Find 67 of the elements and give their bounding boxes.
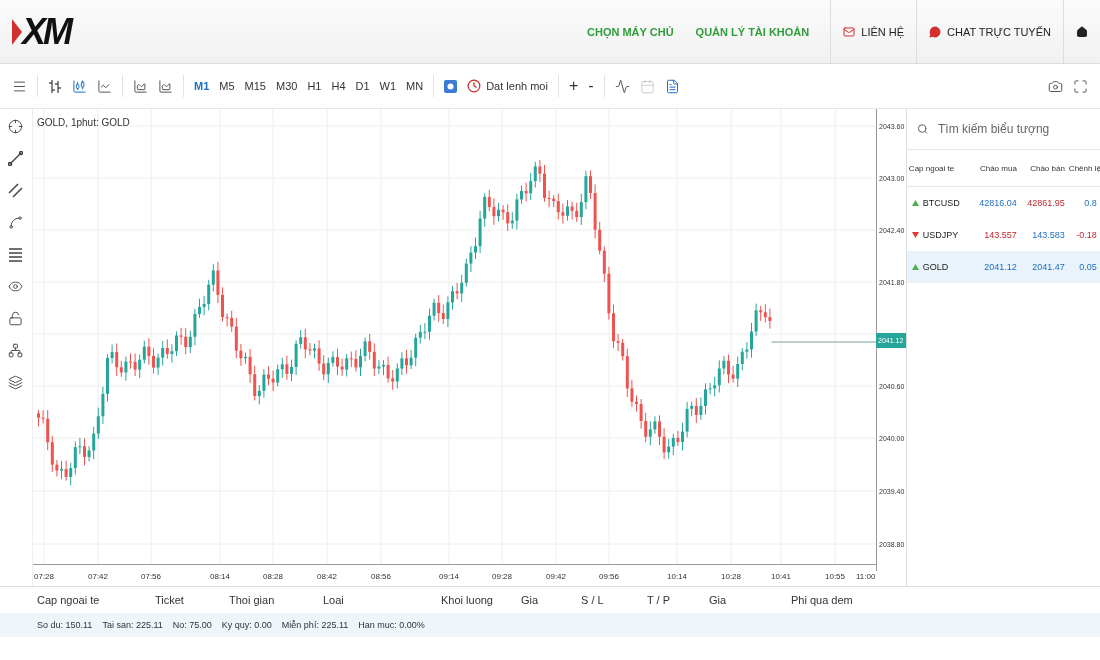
watchlist-row[interactable]: BTCUSD 42816.04 42861.95 0.8 bbox=[906, 187, 1100, 219]
ask-price: 143.583 bbox=[1031, 230, 1066, 240]
zoom-in-button[interactable]: + bbox=[564, 75, 583, 97]
timeframe-tab[interactable]: D1 bbox=[351, 78, 374, 94]
column-header: Cap ngoai te bbox=[907, 163, 956, 173]
account-stat: Miễn phí: 225.11 bbox=[281, 620, 349, 630]
account-stat: Ky quy: 0.00 bbox=[221, 620, 272, 630]
chat-link[interactable]: CHAT TRỰC TUYẾN bbox=[916, 0, 1063, 63]
ask-price: 2041.47 bbox=[1031, 262, 1066, 272]
spread-value: 0.05 bbox=[1078, 262, 1098, 272]
time-tick-label: 07:56 bbox=[140, 572, 161, 581]
column-header: Cap ngoai te bbox=[37, 594, 101, 606]
watchlist-row[interactable]: USDJPY 143.557 143.583 -0.18 bbox=[906, 219, 1100, 251]
timeframe-tab[interactable]: M5 bbox=[215, 78, 239, 94]
timeframe-tab[interactable]: H1 bbox=[303, 78, 326, 94]
contact-link[interactable]: LIÊN HỆ bbox=[830, 0, 917, 63]
symbol-name: USDJPY bbox=[922, 230, 959, 240]
time-tick-label: 07:28 bbox=[33, 572, 54, 581]
bid-price: 2041.12 bbox=[983, 262, 1018, 272]
column-header: Chênh lệ bbox=[1067, 163, 1099, 173]
watchlist-row[interactable]: GOLD 2041.12 2041.47 0.05 bbox=[906, 251, 1100, 283]
symbol-name: GOLD bbox=[922, 262, 949, 272]
column-header: Khoi luong bbox=[441, 594, 494, 606]
column-header: Ticket bbox=[155, 594, 185, 606]
time-tick-label: 09:56 bbox=[598, 572, 619, 581]
timeframe-tab[interactable]: M1 bbox=[190, 78, 214, 94]
timeframe-tab[interactable]: MN bbox=[402, 78, 428, 94]
time-tick-label: 11:00 bbox=[855, 572, 876, 581]
bid-price: 143.557 bbox=[983, 230, 1018, 240]
column-header: Loai bbox=[323, 594, 345, 606]
time-tick-label: 10:55 bbox=[824, 572, 845, 581]
column-header: Gia bbox=[709, 594, 728, 606]
column-header: Phi qua dem bbox=[791, 594, 854, 606]
time-tick-label: 10:28 bbox=[720, 572, 741, 581]
logo-text: XM bbox=[22, 10, 70, 53]
time-tick-label: 08:28 bbox=[262, 572, 283, 581]
timeframe-tab[interactable]: H4 bbox=[327, 78, 350, 94]
time-tick-label: 09:14 bbox=[438, 572, 459, 581]
time-tick-label: 09:42 bbox=[545, 572, 566, 581]
timeframe-tab[interactable]: W1 bbox=[375, 78, 401, 94]
column-header: Gia bbox=[521, 594, 540, 606]
column-header: Chào bán bbox=[1029, 163, 1066, 173]
spread-value: 0.8 bbox=[1083, 198, 1098, 208]
account-stat: Han muc: 0.00% bbox=[358, 620, 425, 630]
zoom-out-button[interactable]: - bbox=[584, 75, 598, 97]
account-stat: Tai san: 225.11 bbox=[102, 620, 163, 630]
column-header: S / L bbox=[581, 594, 605, 606]
symbol-name: BTCUSD bbox=[922, 198, 960, 208]
time-tick-label: 08:42 bbox=[316, 572, 337, 581]
time-tick-label: 08:14 bbox=[209, 572, 230, 581]
time-tick-label: 08:56 bbox=[370, 572, 391, 581]
ask-price: 42861.95 bbox=[1026, 198, 1066, 208]
account-stat: So du: 150.11 bbox=[37, 620, 93, 630]
time-tick-label: 10:14 bbox=[666, 572, 687, 581]
time-tick-label: 10:41 bbox=[770, 572, 791, 581]
timeframe-tab[interactable]: M30 bbox=[271, 78, 302, 94]
spread-value: -0.18 bbox=[1075, 230, 1098, 240]
column-header: Thoi gian bbox=[229, 594, 276, 606]
timeframe-tab[interactable]: M15 bbox=[240, 78, 270, 94]
time-tick-label: 07:42 bbox=[87, 572, 108, 581]
column-header: Chào mua bbox=[978, 163, 1018, 173]
new-order-button[interactable]: Dat lenh moi bbox=[463, 77, 552, 95]
bid-price: 42816.04 bbox=[978, 198, 1018, 208]
chart-title: GOLD, 1phut: GOLD bbox=[36, 117, 130, 128]
time-tick-label: 09:28 bbox=[491, 572, 512, 581]
account-stat: No: 75.00 bbox=[172, 620, 212, 630]
column-header: T / P bbox=[647, 594, 672, 606]
